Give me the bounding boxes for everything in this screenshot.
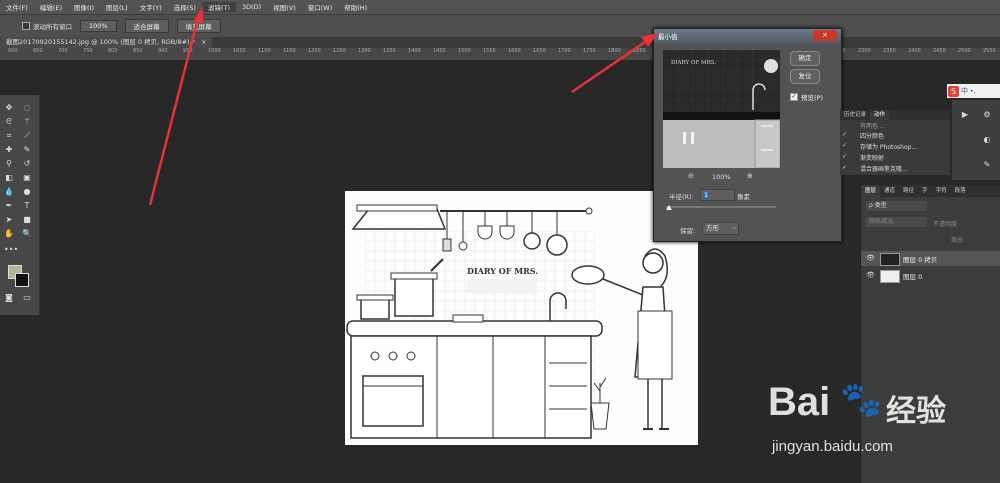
arrow-head-icon <box>193 6 203 23</box>
watermark-brand-cn: 经验 <box>886 394 946 429</box>
watermark-brand: Bai <box>768 380 831 424</box>
watermark-url: jingyan.baidu.com <box>772 438 893 455</box>
baidu-watermark: Bai 🐾 经验 jingyan.baidu.com <box>768 372 1000 472</box>
arrow-head-icon <box>641 33 658 47</box>
annotation-arrow <box>571 40 646 94</box>
annotation-arrow <box>148 17 200 206</box>
paw-icon: 🐾 <box>840 380 883 420</box>
